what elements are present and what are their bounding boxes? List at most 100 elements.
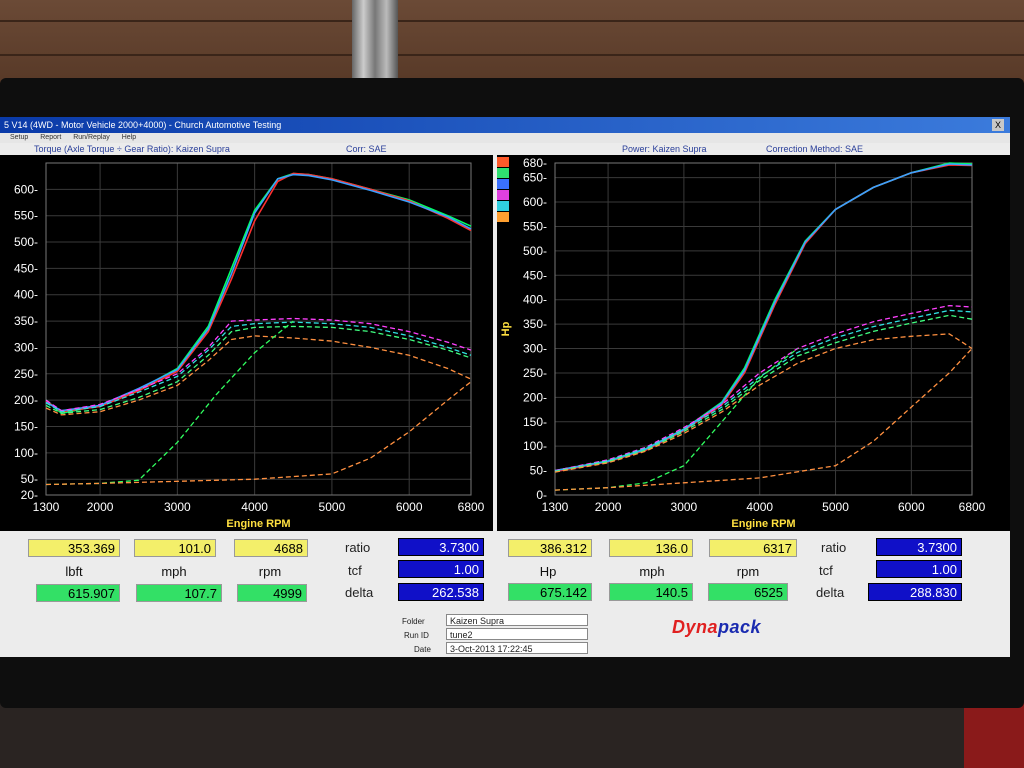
unit-mph-left: mph bbox=[161, 564, 187, 579]
y-tick-label: 600- bbox=[14, 182, 38, 196]
unit-mph-right: mph bbox=[639, 564, 665, 579]
y-tick-label: 250- bbox=[523, 366, 547, 380]
unit-lbft: lbft bbox=[65, 564, 83, 579]
menu-item-report[interactable]: Report bbox=[40, 134, 61, 141]
legend-swatch[interactable] bbox=[497, 179, 509, 189]
series-line bbox=[554, 163, 973, 472]
y-tick-label: 550- bbox=[523, 219, 547, 233]
delta-value-left: 262.538 bbox=[398, 583, 484, 601]
power-header-title: Power: Kaizen Supra bbox=[622, 144, 707, 154]
brick-wall-background bbox=[0, 0, 1024, 90]
delta-label-left: delta bbox=[345, 585, 374, 600]
y-tick-label: 550- bbox=[14, 209, 38, 223]
runid-label: Run ID bbox=[404, 631, 429, 640]
close-icon[interactable]: X bbox=[992, 119, 1004, 131]
torque-header-corr: Corr: SAE bbox=[346, 144, 387, 154]
legend-swatch[interactable] bbox=[497, 201, 509, 211]
legend-swatch[interactable] bbox=[497, 168, 509, 178]
series-line bbox=[554, 333, 973, 473]
torque-mph-2-readout: 107.7 bbox=[136, 584, 222, 602]
delta-label-right: delta bbox=[816, 585, 845, 600]
torque-chart-panel: 1300 2000 3000 4000 5000 6000 6800 20- 50- 100- 15… bbox=[0, 155, 493, 531]
peak-torque-readout: 353.369 bbox=[28, 539, 120, 557]
legend-swatch[interactable] bbox=[497, 157, 509, 167]
y-tick-label: 150- bbox=[523, 415, 547, 429]
ratio-label-left: ratio bbox=[345, 540, 371, 555]
y-tick-label: 400- bbox=[523, 293, 547, 307]
power-header-corr: Correction Method: SAE bbox=[766, 144, 864, 154]
ratio-value-right: 3.7300 bbox=[876, 538, 962, 556]
legend-swatch[interactable] bbox=[497, 212, 509, 222]
y-tick-label: 20- bbox=[21, 488, 38, 502]
y-tick-label: 100- bbox=[14, 446, 38, 460]
torque-chart: 1300 2000 3000 4000 5000 6000 6800 20- 50- 100- 15… bbox=[14, 162, 485, 530]
series-line bbox=[554, 164, 973, 473]
series-line bbox=[45, 172, 472, 415]
series-line bbox=[554, 309, 973, 472]
ratio-value-left: 3.7300 bbox=[398, 538, 484, 556]
legend-swatch[interactable] bbox=[497, 190, 509, 200]
x-tick-label: 6000 bbox=[396, 500, 423, 514]
x-tick-label: 4000 bbox=[746, 500, 773, 514]
logo-part-pack: pack bbox=[718, 617, 762, 637]
y-tick-label: 500- bbox=[523, 244, 547, 258]
unit-rpm-right: rpm bbox=[736, 564, 760, 579]
y-tick-label: 650- bbox=[523, 171, 547, 185]
menu-item-help[interactable]: Help bbox=[122, 134, 136, 141]
power-mph-readout: 136.0 bbox=[609, 539, 693, 557]
x-tick-label: 3000 bbox=[671, 500, 698, 514]
y-tick-label: 200- bbox=[523, 390, 547, 404]
x-axis-label: Engine RPM bbox=[731, 518, 795, 530]
power-chart: 1300 2000 3000 4000 5000 6000 6800 0- 50- 100- 150… bbox=[497, 156, 986, 530]
y-tick-label: 350- bbox=[14, 314, 38, 328]
y-tick-label: 500- bbox=[14, 235, 38, 249]
runid-field[interactable]: tune2 bbox=[446, 628, 588, 640]
x-axis-label: Engine RPM bbox=[226, 518, 290, 530]
torque-header-title: Torque (Axle Torque ÷ Gear Ratio): Kaize… bbox=[34, 144, 230, 154]
x-tick-label: 1300 bbox=[542, 500, 569, 514]
x-tick-label: 4000 bbox=[241, 500, 268, 514]
series-line bbox=[45, 172, 472, 413]
y-tick-label: 100- bbox=[523, 439, 547, 453]
date-label: Date bbox=[414, 645, 431, 654]
menu-item-setup[interactable]: Setup bbox=[10, 134, 28, 141]
y-tick-label: 300- bbox=[523, 342, 547, 356]
menu-bar: Setup Report Run/Replay Help bbox=[0, 133, 1010, 143]
power-rpm-2-readout: 6525 bbox=[708, 583, 788, 601]
series-line bbox=[45, 317, 472, 412]
dyno-app-window: 5 V14 (4WD - Motor Vehicle 2000+4000) - … bbox=[0, 117, 1010, 657]
y-tick-label: 200- bbox=[14, 393, 38, 407]
menu-item-run-replay[interactable]: Run/Replay bbox=[73, 134, 110, 141]
x-tick-label: 6000 bbox=[898, 500, 925, 514]
power-mph-2-readout: 140.5 bbox=[609, 583, 693, 601]
series-line bbox=[45, 173, 472, 412]
y-tick-label: 50- bbox=[530, 464, 547, 478]
tcf-value-left: 1.00 bbox=[398, 560, 484, 578]
y-axis-label: Hp bbox=[500, 321, 512, 336]
power-chart-panel: 1300 2000 3000 4000 5000 6000 6800 0- 50- 100- 150… bbox=[497, 155, 1010, 531]
ratio-label-right: ratio bbox=[821, 540, 847, 555]
y-tick-label: 450- bbox=[14, 261, 38, 275]
tcf-label-left: tcf bbox=[348, 563, 362, 578]
torque-mph-readout: 101.0 bbox=[134, 539, 216, 557]
folder-field[interactable]: Kaizen Supra bbox=[446, 614, 588, 626]
logo-part-dyna: Dyna bbox=[672, 617, 719, 637]
series-line bbox=[554, 162, 973, 472]
x-tick-label: 3000 bbox=[164, 500, 191, 514]
peak-power-readout: 386.312 bbox=[508, 539, 592, 557]
unit-hp: Hp bbox=[539, 564, 557, 579]
tcf-value-right: 1.00 bbox=[876, 560, 962, 578]
peak-power-2-readout: 675.142 bbox=[508, 583, 592, 601]
y-tick-label: 50- bbox=[21, 472, 38, 486]
window-titlebar: 5 V14 (4WD - Motor Vehicle 2000+4000) - … bbox=[0, 117, 1010, 133]
peak-torque-2-readout: 615.907 bbox=[36, 584, 120, 602]
series-line bbox=[45, 381, 472, 486]
x-tick-label: 6800 bbox=[959, 500, 986, 514]
y-tick-label: 0- bbox=[536, 488, 547, 502]
x-tick-label: 6800 bbox=[458, 500, 485, 514]
delta-value-right: 288.830 bbox=[868, 583, 962, 601]
chrome-pipe bbox=[352, 0, 398, 80]
unit-rpm-left: rpm bbox=[258, 564, 282, 579]
y-tick-label: 450- bbox=[523, 268, 547, 282]
series-line bbox=[554, 347, 798, 491]
